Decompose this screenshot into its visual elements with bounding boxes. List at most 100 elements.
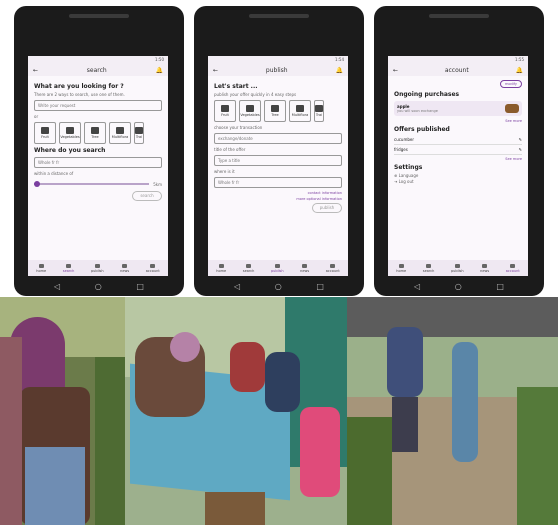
- fruit-icon: [221, 105, 229, 112]
- nav-search[interactable]: search: [243, 263, 254, 273]
- category-multiflora[interactable]: Multiflora: [109, 122, 131, 144]
- language-setting[interactable]: ⊕ Language: [394, 173, 522, 178]
- category-multiflora[interactable]: Multiflora: [289, 100, 311, 122]
- or-label: or: [34, 114, 39, 119]
- system-keys: ◁ ○ □: [234, 282, 324, 291]
- where-field[interactable]: Whole fr fr: [34, 157, 162, 168]
- distance-value: 5km: [153, 181, 162, 187]
- back-arrow-icon[interactable]: ←: [33, 67, 38, 74]
- tree-icon: [91, 127, 99, 134]
- transaction-select[interactable]: exchange/donate: [214, 133, 342, 144]
- category-tree[interactable]: Tree: [84, 122, 106, 144]
- nav-account[interactable]: account: [506, 263, 520, 273]
- recents-icon[interactable]: □: [136, 282, 144, 291]
- back-arrow-icon[interactable]: ←: [213, 67, 218, 74]
- edit-icon[interactable]: ✎: [519, 137, 522, 142]
- bell-icon[interactable]: 🔔: [516, 67, 523, 74]
- account-icon: [150, 263, 156, 268]
- status-bar: 1:50: [28, 56, 168, 64]
- title-label: title of the offer: [214, 147, 246, 152]
- nav-publish[interactable]: publish: [451, 263, 464, 273]
- recents-icon[interactable]: □: [316, 282, 324, 291]
- bell-icon[interactable]: 🔔: [336, 67, 343, 74]
- recents-icon[interactable]: □: [496, 282, 504, 291]
- nav-home[interactable]: home: [396, 263, 406, 273]
- contact-info-link[interactable]: contact information: [214, 191, 342, 195]
- transaction-label: choose your transaction: [214, 125, 263, 130]
- news-icon: [302, 263, 308, 268]
- category-trai[interactable]: Trai: [314, 100, 324, 122]
- where-label: where is it: [214, 169, 235, 174]
- ongoing-card[interactable]: apple you will soon exchange: [394, 101, 522, 116]
- nav-home[interactable]: home: [216, 263, 226, 273]
- app-bar: ← account 🔔: [388, 64, 528, 76]
- speaker: [69, 14, 129, 18]
- category-fruit[interactable]: Fruit: [34, 122, 56, 144]
- nav-news[interactable]: news: [480, 263, 489, 273]
- nav-search[interactable]: search: [63, 263, 74, 273]
- screen-title: account: [444, 66, 469, 74]
- vegetables-icon: [66, 127, 74, 134]
- category-tree[interactable]: Tree: [264, 100, 286, 122]
- nav-news[interactable]: news: [300, 263, 309, 273]
- search-button[interactable]: search: [132, 191, 162, 201]
- slider-thumb[interactable]: [34, 181, 40, 187]
- multiflora-icon: [296, 105, 304, 112]
- back-icon[interactable]: ◁: [414, 282, 420, 291]
- home-circle-icon[interactable]: ○: [455, 282, 462, 291]
- category-trai[interactable]: Trai: [134, 122, 144, 144]
- bell-icon[interactable]: 🔔: [156, 67, 163, 74]
- fruit-icon: [41, 127, 49, 134]
- home-icon: [398, 263, 404, 268]
- back-icon[interactable]: ◁: [54, 282, 60, 291]
- home-circle-icon[interactable]: ○: [95, 282, 102, 291]
- back-arrow-icon[interactable]: ←: [393, 67, 398, 74]
- publish-icon: [94, 263, 100, 268]
- search-icon: [426, 263, 432, 268]
- account-icon: [510, 263, 516, 268]
- category-vegetables[interactable]: Vegetables: [59, 122, 81, 144]
- distance-slider[interactable]: [34, 181, 150, 187]
- screen-title: search: [86, 66, 107, 74]
- offer-row[interactable]: fridges ✎: [394, 145, 522, 155]
- offers-heading: Offers published: [394, 126, 450, 133]
- multiflora-icon: [116, 127, 124, 134]
- nav-home[interactable]: home: [36, 263, 46, 273]
- title-input[interactable]: Type a title: [214, 155, 342, 166]
- trai-icon: [315, 105, 323, 112]
- see-more-offers[interactable]: See more: [394, 157, 522, 161]
- screen-title: publish: [265, 66, 288, 74]
- category-fruit[interactable]: Fruit: [214, 100, 236, 122]
- bottom-nav: home search publish news account: [28, 260, 168, 276]
- vegetables-icon: [246, 105, 254, 112]
- optional-info-link[interactable]: more optional information: [214, 197, 342, 201]
- search-heading: What are you looking for ?: [34, 83, 124, 90]
- nav-news[interactable]: news: [120, 263, 129, 273]
- nav-publish[interactable]: publish: [91, 263, 104, 273]
- nav-publish[interactable]: publish: [271, 263, 284, 273]
- where-field[interactable]: Whole fr fr: [214, 177, 342, 188]
- where-heading: Where do you search: [34, 147, 106, 154]
- see-more-ongoing[interactable]: See more: [394, 119, 522, 123]
- category-row: Fruit Vegetables Tree Multiflora Trai: [34, 122, 162, 144]
- category-vegetables[interactable]: Vegetables: [239, 100, 261, 122]
- publish-screen: 1:54 ← publish 🔔 Let's start ... publish…: [208, 56, 348, 276]
- publish-button[interactable]: publish: [312, 203, 342, 213]
- bottom-nav: home search publish news account: [208, 260, 348, 276]
- home-circle-icon[interactable]: ○: [275, 282, 282, 291]
- nav-account[interactable]: account: [146, 263, 160, 273]
- modify-button[interactable]: modify: [500, 80, 522, 88]
- publish-icon: [274, 263, 280, 268]
- produce-basket-icon: [505, 104, 519, 113]
- home-icon: [218, 263, 224, 268]
- nav-search[interactable]: search: [423, 263, 434, 273]
- logout-setting[interactable]: ⇥ Log out: [394, 179, 522, 184]
- edit-icon[interactable]: ✎: [519, 147, 522, 152]
- nav-account[interactable]: account: [326, 263, 340, 273]
- bottom-nav: home search publish news account: [388, 260, 528, 276]
- offer-row[interactable]: cucumber ✎: [394, 135, 522, 145]
- search-input[interactable]: Write your request: [34, 100, 162, 111]
- news-icon: [482, 263, 488, 268]
- photo-table-group: [125, 297, 347, 525]
- back-icon[interactable]: ◁: [234, 282, 240, 291]
